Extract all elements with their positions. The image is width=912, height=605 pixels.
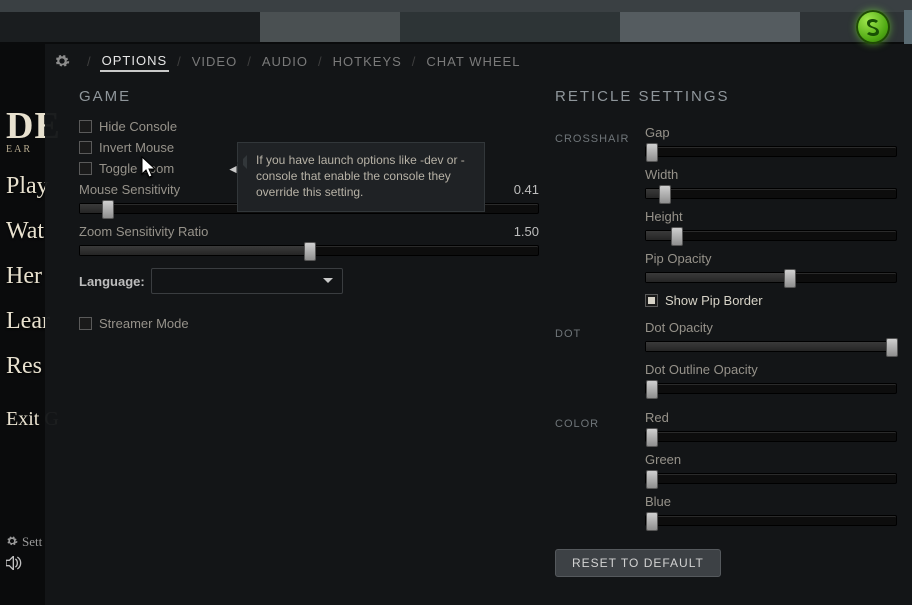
game-section-title: GAME: [79, 88, 539, 105]
checkbox-box[interactable]: [79, 162, 92, 175]
tab-audio[interactable]: AUDIO: [260, 52, 310, 71]
volume-icon[interactable]: [6, 556, 22, 575]
gap-slider[interactable]: Gap: [645, 125, 905, 157]
width-slider[interactable]: Width: [645, 167, 905, 199]
settings-tabs: / OPTIONS / VIDEO / AUDIO / HOTKEYS / CH…: [45, 44, 912, 78]
show-pip-border-checkbox[interactable]: Show Pip Border: [645, 293, 905, 308]
streamer-mode-checkbox[interactable]: Streamer Mode: [79, 316, 539, 331]
blue-slider[interactable]: Blue: [645, 494, 905, 526]
tab-chatwheel[interactable]: CHAT WHEEL: [424, 52, 522, 71]
color-subhead: COLOR: [555, 418, 645, 530]
menu-settings[interactable]: Sett: [6, 534, 42, 550]
hide-console-label: Hide Console: [99, 119, 177, 134]
height-slider[interactable]: Height: [645, 209, 905, 241]
invert-mouse-label: Invert Mouse: [99, 140, 174, 155]
tab-options[interactable]: OPTIONS: [100, 51, 170, 72]
crosshair-subhead: CROSSHAIR: [555, 133, 645, 308]
language-label: Language:: [79, 274, 145, 289]
language-dropdown[interactable]: [151, 268, 343, 294]
show-pip-border-label: Show Pip Border: [665, 293, 763, 308]
zoom-sensitivity-slider[interactable]: Zoom Sensitivity Ratio 1.50: [79, 224, 539, 256]
hide-console-checkbox[interactable]: Hide Console: [79, 119, 539, 134]
green-slider[interactable]: Green: [645, 452, 905, 484]
pip-opacity-slider[interactable]: Pip Opacity: [645, 251, 905, 283]
game-column: GAME Hide Console Invert Mouse Toggle Zo…: [79, 88, 539, 337]
console-tooltip: If you have launch options like -dev or …: [237, 142, 485, 212]
checkbox-box[interactable]: [79, 317, 92, 330]
gear-icon[interactable]: [45, 53, 79, 69]
dot-opacity-slider[interactable]: Dot Opacity: [645, 320, 905, 352]
zoom-sensitivity-value: 1.50: [514, 224, 539, 239]
language-row: Language:: [79, 268, 539, 294]
toggle-zoom-label: Toggle Zoom: [99, 161, 174, 176]
tab-video[interactable]: VIDEO: [190, 52, 239, 71]
checkbox-box[interactable]: [79, 141, 92, 154]
tab-hotkeys[interactable]: HOTKEYS: [331, 52, 404, 71]
settings-panel: / OPTIONS / VIDEO / AUDIO / HOTKEYS / CH…: [45, 44, 912, 605]
reticle-column: RETICLE SETTINGS CROSSHAIR Gap Width Hei…: [555, 88, 905, 536]
red-slider[interactable]: Red: [645, 410, 905, 442]
checkbox-box[interactable]: [79, 120, 92, 133]
dot-outline-opacity-slider[interactable]: Dot Outline Opacity: [645, 362, 905, 394]
reticle-section-title: RETICLE SETTINGS: [555, 88, 905, 105]
dot-subhead: DOT: [555, 328, 645, 398]
reset-to-default-button[interactable]: RESET TO DEFAULT: [555, 549, 721, 577]
streamer-mode-label: Streamer Mode: [99, 316, 189, 331]
checkbox-box[interactable]: [645, 294, 658, 307]
currency-button[interactable]: [856, 10, 890, 44]
mouse-cursor-icon: [141, 156, 159, 183]
mouse-sensitivity-value: 0.41: [514, 182, 539, 197]
right-edge-panel: [904, 10, 912, 44]
chevron-down-icon: [322, 276, 334, 286]
